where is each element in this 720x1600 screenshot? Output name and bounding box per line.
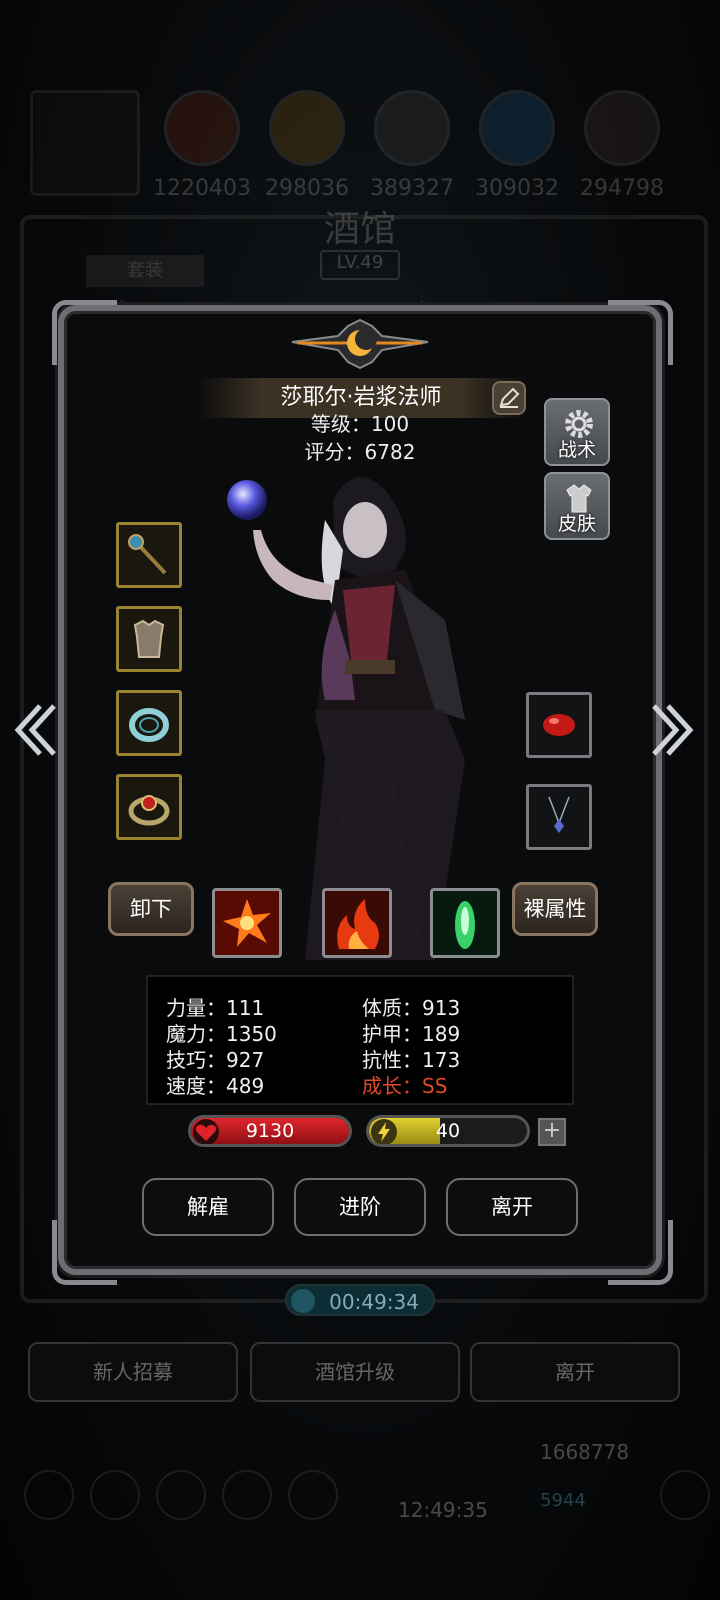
unequip-button[interactable]: 卸下 [108,882,194,936]
skill-slot-3[interactable] [430,888,500,958]
stat-growth: 成长：SS [362,1074,448,1098]
equipment-slot-accessory[interactable] [116,774,182,840]
recruit-timer: 00:49:34 [285,1284,435,1316]
stat-constitution: 体质：913 [362,996,461,1020]
staff-icon [128,534,167,575]
next-hero-arrow-icon[interactable] [648,700,698,760]
background-tab: 套装 [86,255,204,287]
hero-portrait [227,477,465,960]
resource-item: 294798 [570,90,674,201]
skill-slot-2[interactable] [322,888,392,958]
resource-item: 298036 [255,90,359,201]
equipment-slot-armor[interactable] [116,606,182,672]
leave-button[interactable]: 离开 [446,1178,578,1236]
tactics-label: 战术 [557,439,596,461]
frame-corner [608,300,673,365]
hp-value: 9130 [245,1120,295,1142]
tavern-upgrade-button: 酒馆升级 [250,1342,460,1402]
bare-attributes-button[interactable]: 裸属性 [512,882,598,936]
moon-crest-icon [291,318,429,370]
background-gold: 1668778 [540,1440,630,1464]
background-portrait [30,90,140,196]
stat-speed: 速度：489 [166,1074,265,1098]
green-crystal-icon [433,891,497,955]
dismiss-button[interactable]: 解雇 [142,1178,274,1236]
frame-corner [52,1220,117,1285]
previous-hero-arrow-icon[interactable] [10,700,60,760]
resource-item: 1220403 [150,90,254,201]
frame-corner [52,300,117,365]
red-gem-icon [543,714,575,736]
armor-icon [133,619,165,658]
equipment-slot-gem[interactable] [526,692,592,758]
new-recruit-button: 新人招募 [28,1342,238,1402]
background-clock: 12:49:35 [398,1498,488,1522]
amulet-ring-icon [128,795,170,826]
skill-slot-1[interactable] [212,888,282,958]
flame-icon [325,891,389,955]
fire-burst-icon [215,891,279,955]
frame-corner [608,1220,673,1285]
skin-label: 皮肤 [557,513,596,535]
background-level: LV.49 [320,250,400,280]
equipment-slot-necklace[interactable] [526,784,592,850]
equipment-slot-ring[interactable] [116,690,182,756]
resource-item: 309032 [465,90,569,201]
necklace-icon [548,796,570,833]
hp-bar: 9130 [188,1115,352,1147]
background-resource-bar: 1220403 298036 389327 309032 294798 [0,90,720,201]
skin-button[interactable]: 皮肤 [544,472,610,540]
stat-armor: 护甲：189 [362,1022,461,1046]
background-title: 酒馆 [323,209,396,250]
energy-bar: 40 [366,1115,530,1147]
background-leave-button: 离开 [470,1342,680,1402]
ring-icon [129,708,169,742]
equipment-slot-weapon[interactable] [116,522,182,588]
stat-strength: 力量：111 [166,996,265,1020]
clock-icon [291,1289,315,1313]
advance-button[interactable]: 进阶 [294,1178,426,1236]
add-energy-button[interactable]: + [538,1118,566,1146]
resource-item: 389327 [360,90,464,201]
background-gem: 5944 [540,1490,586,1511]
tactics-button[interactable]: 战术 [544,398,610,466]
stat-resistance: 抗性：173 [362,1048,461,1072]
hero-level: 等级：100 [310,412,410,436]
energy-value: 40 [435,1120,461,1142]
stat-skill: 技巧：927 [166,1048,265,1072]
stat-magic: 魔力：1350 [166,1022,277,1046]
